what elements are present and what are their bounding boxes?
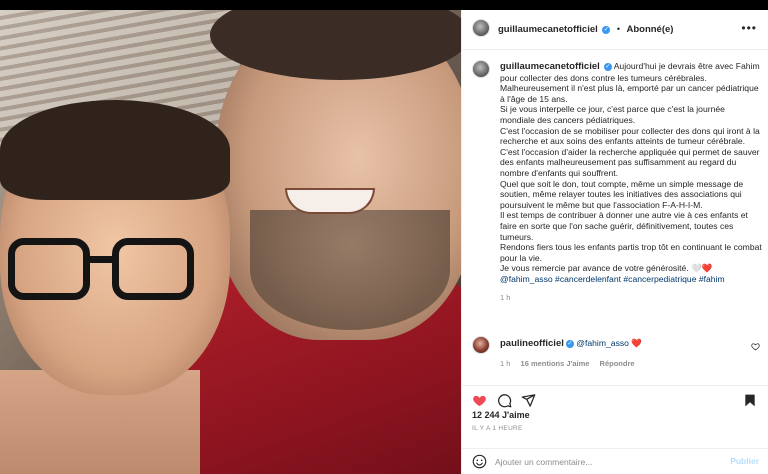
caption-timestamp: 1 h [500,293,511,303]
comment-item: paulineofficiel ✓ @fahim_asso ❤️ [500,338,740,349]
comment-icon[interactable] [497,393,512,408]
caption-line: Il est temps de contribuer à donner une … [500,210,748,242]
photo-glasses-right [112,238,194,300]
caption-line: Rendons fiers tous les enfants partis tr… [500,242,762,263]
photo-glasses-left [8,238,90,300]
caption-line: C'est l'occasion d'aider la recherche ap… [500,146,760,178]
share-paper-plane-icon[interactable] [521,393,536,408]
emoji-smiley-icon[interactable] [472,454,487,469]
photo-glasses-bridge [88,256,114,263]
dot-separator: • [616,24,620,34]
author-avatar[interactable] [472,19,490,37]
add-comment-input[interactable] [495,455,715,469]
comment-author-name[interactable]: paulineofficiel [500,338,564,349]
comment-mention[interactable]: @fahim_asso [576,338,629,348]
post-header: guillaumecanetofficiel ✓ • Abonné(e) ••• [462,10,768,50]
comment-reply-button[interactable]: Répondre [600,359,635,368]
comments-list[interactable]: guillaumecanetofficiel ✓ Aujourd'hui je d… [462,50,768,385]
header-author-line: guillaumecanetofficiel ✓ • Abonné(e) [498,24,673,35]
comment-meta: 1 h 16 mentions J'aime Répondre [500,359,635,368]
add-comment-bar: Publier [462,448,768,474]
comment-like-heart-icon[interactable] [751,342,760,351]
save-bookmark-icon[interactable] [743,393,757,408]
follow-status-button[interactable]: Abonné(e) [626,24,673,35]
post-side-panel: guillaumecanetofficiel ✓ • Abonné(e) •••… [461,10,768,474]
photo-boy-hair [0,100,230,200]
top-bar [0,0,768,10]
caption-line: Je vous remercie par avance de votre gén… [500,263,713,274]
caption-line: Quel que soit le don, tout compte, même … [500,178,744,210]
header-author-name[interactable]: guillaumecanetofficiel [498,24,598,35]
caption-line: Si je vous interpelle ce jour, c'est par… [500,104,725,125]
publish-button[interactable]: Publier [730,456,759,466]
verified-icon: ✓ [602,25,611,34]
more-options-icon[interactable]: ••• [741,21,757,35]
caption-line: C'est l'occasion de se mobiliser pour co… [500,125,760,147]
commenter-avatar[interactable] [472,336,490,354]
verified-icon: ✓ [603,62,612,71]
like-heart-icon[interactable] [472,393,487,408]
post-caption: guillaumecanetofficiel ✓ Aujourd'hui je d… [500,61,762,304]
comment-heart-emoji: ❤️ [631,338,643,348]
comment-like-count[interactable]: 16 mentions J'aime [521,359,590,368]
likes-count[interactable]: 12 244 J'aime [472,410,530,420]
photo-smile [285,188,375,214]
post-time-ago[interactable]: IL Y A 1 HEURE [472,425,523,432]
caption-hashtags[interactable]: @fahim_asso #cancerdelenfant #cancerpedi… [500,274,762,285]
verified-icon: ✓ [565,339,574,348]
instagram-post-view: guillaumecanetofficiel ✓ • Abonné(e) •••… [0,0,768,474]
photo-man-beard [250,210,450,330]
caption-author-avatar[interactable] [472,60,490,78]
post-photo[interactable] [0,10,461,474]
comment-timestamp: 1 h [500,359,511,368]
caption-author-name[interactable]: guillaumecanetofficiel [500,61,600,72]
